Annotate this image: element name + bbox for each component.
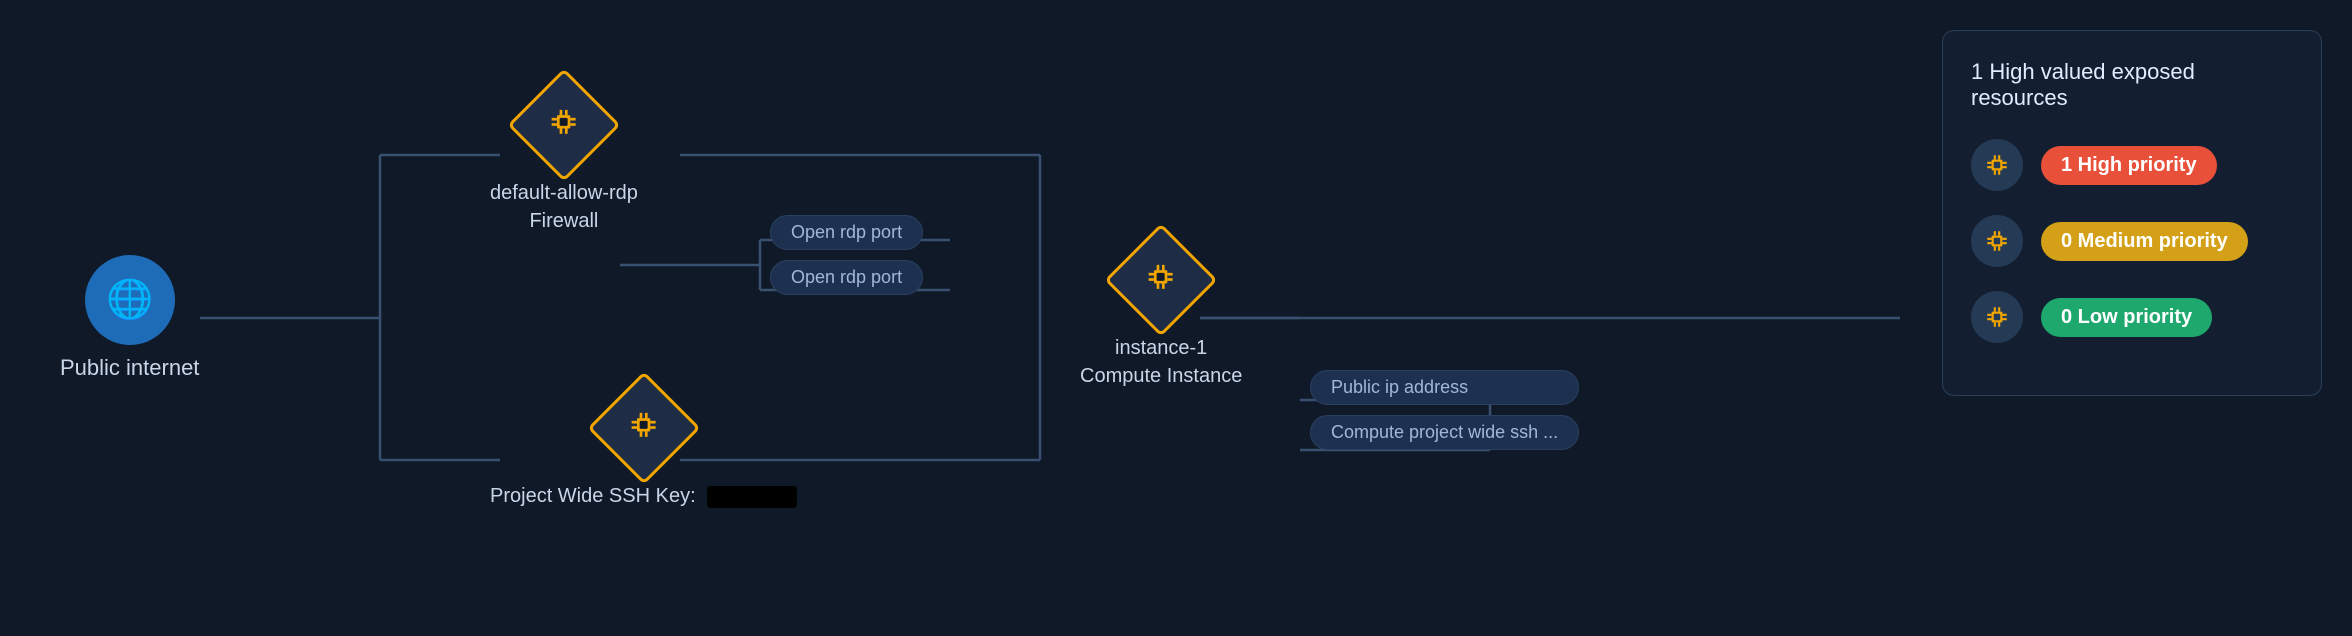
- firewall-badges: Open rdp port Open rdp port: [770, 215, 923, 295]
- firewall-node: default-allow-rdp Firewall: [490, 85, 638, 235]
- compute-instance-node: instance-1 Compute Instance: [1080, 240, 1242, 390]
- firewall-badge-2: Open rdp port: [770, 260, 923, 295]
- low-priority-row: 0 Low priority: [1971, 291, 2293, 343]
- ssh-key-redacted: [707, 486, 797, 508]
- main-container: 🌐 Public internet: [0, 0, 2352, 636]
- high-priority-badge: 1 High priority: [2041, 146, 2217, 185]
- globe-icon: 🌐: [106, 278, 153, 322]
- low-priority-icon: [1971, 291, 2023, 343]
- panel-title: 1 High valued exposed resources: [1971, 59, 2293, 111]
- globe-icon-circle: 🌐: [85, 255, 175, 345]
- medium-priority-icon: [1971, 215, 2023, 267]
- medium-priority-badge: 0 Medium priority: [2041, 222, 2248, 261]
- compute-diamond: [1105, 223, 1218, 336]
- high-priority-row: 1 High priority: [1971, 139, 2293, 191]
- firewall-badge-1: Open rdp port: [770, 215, 923, 250]
- ssh-key-diamond: [587, 371, 700, 484]
- compute-badge-1: Public ip address: [1310, 370, 1579, 405]
- public-internet-node: 🌐 Public internet: [60, 255, 199, 381]
- low-priority-badge: 0 Low priority: [2041, 298, 2212, 337]
- compute-label: instance-1 Compute Instance: [1080, 334, 1242, 390]
- compute-badges: Public ip address Compute project wide s…: [1310, 370, 1579, 450]
- right-panel: 1 High valued exposed resources 1 High p…: [1942, 30, 2322, 396]
- ssh-key-node: Project Wide SSH Key:: [490, 388, 797, 510]
- compute-chip-icon: [1145, 261, 1177, 300]
- firewall-chip-icon: [548, 106, 580, 145]
- public-internet-label: Public internet: [60, 355, 199, 381]
- compute-badge-2: Compute project wide ssh ...: [1310, 415, 1579, 450]
- medium-priority-row: 0 Medium priority: [1971, 215, 2293, 267]
- ssh-key-label: Project Wide SSH Key:: [490, 482, 797, 510]
- high-priority-icon: [1971, 139, 2023, 191]
- firewall-diamond: [507, 68, 620, 181]
- firewall-label: default-allow-rdp Firewall: [490, 179, 638, 235]
- ssh-chip-icon: [628, 409, 660, 448]
